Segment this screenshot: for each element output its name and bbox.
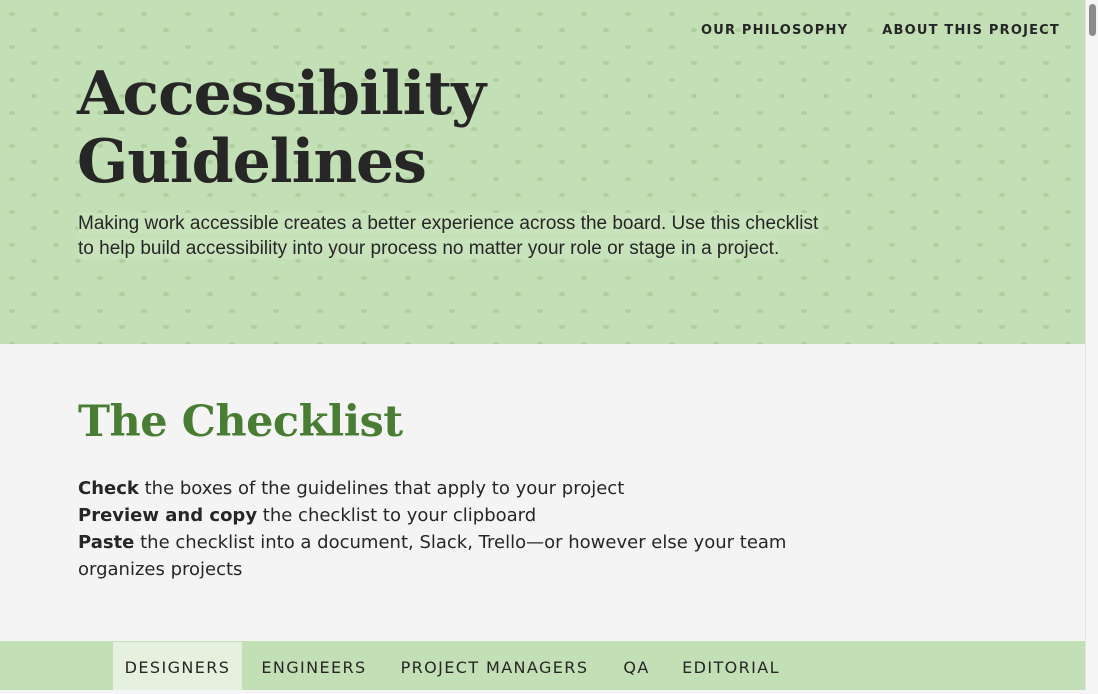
- tab-qa[interactable]: QA: [612, 642, 661, 690]
- page-title-line-2: Guidelines: [77, 127, 427, 197]
- nav-link-our-philosophy[interactable]: OUR PHILOSOPHY: [701, 23, 848, 38]
- step-preview: Preview and copy the checklist to your c…: [78, 502, 798, 529]
- role-tabs: DESIGNERS ENGINEERS PROJECT MANAGERS QA …: [0, 641, 1085, 690]
- step-paste: Paste the checklist into a document, Sla…: [78, 529, 798, 583]
- hero-intro-text: Making work accessible creates a better …: [78, 213, 819, 259]
- nav-link-about-this-project[interactable]: ABOUT THIS PROJECT: [882, 23, 1060, 38]
- checklist-steps: Check the boxes of the guidelines that a…: [78, 475, 798, 583]
- step-check-text: the boxes of the guidelines that apply t…: [138, 478, 625, 499]
- top-nav: OUR PHILOSOPHY ABOUT THIS PROJECT: [701, 23, 1060, 38]
- scrollbar-thumb[interactable]: [1089, 4, 1096, 36]
- tab-designers[interactable]: DESIGNERS: [113, 642, 242, 690]
- checklist-title: The Checklist: [78, 397, 403, 447]
- step-check: Check the boxes of the guidelines that a…: [78, 475, 798, 502]
- vertical-scrollbar[interactable]: [1085, 0, 1098, 690]
- step-paste-text: the checklist into a document, Slack, Tr…: [78, 532, 787, 580]
- step-preview-text: the checklist to your clipboard: [257, 505, 537, 526]
- page-title: Accessibility Guidelines: [77, 59, 486, 197]
- tab-engineers[interactable]: ENGINEERS: [252, 642, 376, 690]
- page-title-line-1: Accessibility: [77, 59, 486, 129]
- step-check-strong: Check: [78, 478, 139, 499]
- tab-editorial[interactable]: EDITORIAL: [673, 642, 789, 690]
- hero-banner: OUR PHILOSOPHY ABOUT THIS PROJECT Access…: [0, 0, 1085, 344]
- page: OUR PHILOSOPHY ABOUT THIS PROJECT Access…: [0, 0, 1085, 690]
- tab-project-managers[interactable]: PROJECT MANAGERS: [389, 642, 600, 690]
- step-preview-strong: Preview and copy: [78, 505, 258, 526]
- hero-intro: Making work accessible creates a better …: [78, 211, 838, 261]
- step-paste-strong: Paste: [78, 532, 135, 553]
